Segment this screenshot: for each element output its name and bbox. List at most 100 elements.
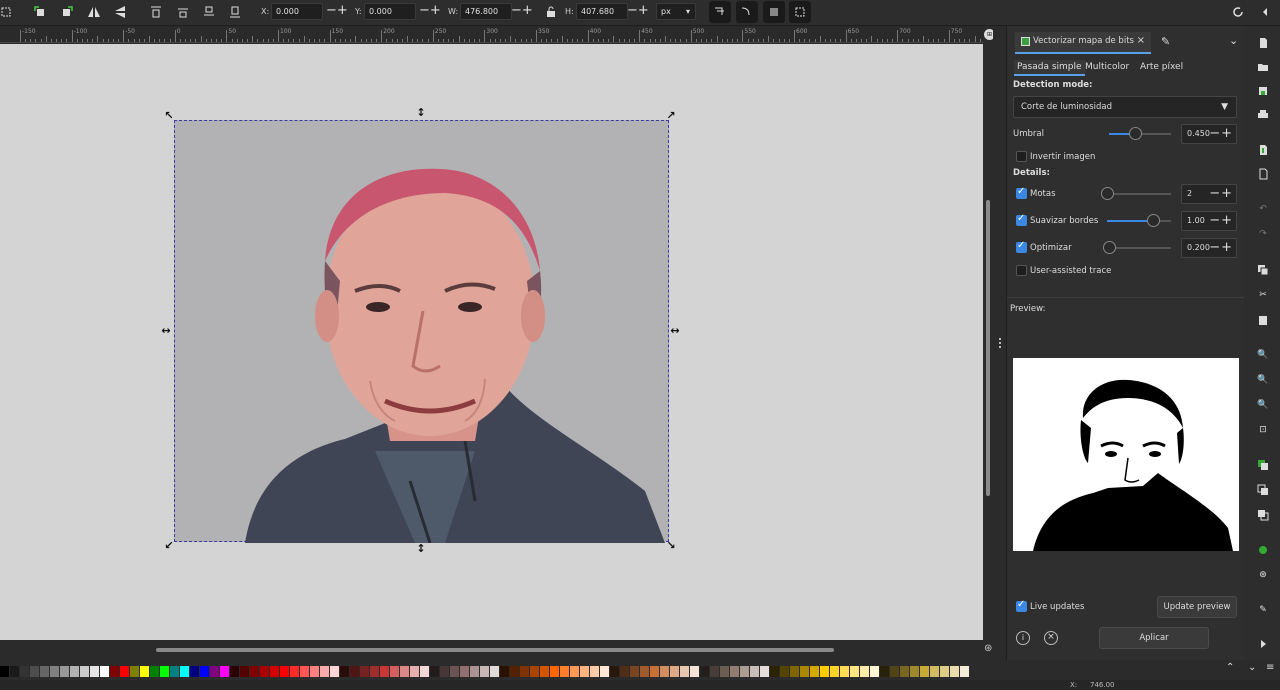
color-swatch[interactable]: [660, 666, 669, 677]
color-swatch[interactable]: [490, 666, 499, 677]
tab-multicolor[interactable]: Multicolor: [1082, 60, 1132, 74]
color-swatch[interactable]: [390, 666, 399, 677]
color-swatch[interactable]: [720, 666, 729, 677]
color-swatch[interactable]: [260, 666, 269, 677]
undo-icon[interactable]: ↶: [1257, 203, 1269, 215]
color-swatch[interactable]: [570, 666, 579, 677]
color-swatch[interactable]: [580, 666, 589, 677]
color-swatch[interactable]: [140, 666, 149, 677]
optimize-slider[interactable]: [1107, 247, 1171, 249]
color-swatch[interactable]: [460, 666, 469, 677]
color-swatch[interactable]: [130, 666, 139, 677]
optimize-stepper[interactable]: −+: [1209, 240, 1233, 255]
open-icon[interactable]: [1257, 61, 1269, 73]
color-swatch[interactable]: [500, 666, 509, 677]
new-document-icon[interactable]: [1257, 37, 1269, 49]
unit-select[interactable]: px ▾: [656, 3, 696, 20]
live-updates-checkbox[interactable]: [1016, 599, 1027, 612]
color-swatch[interactable]: [480, 666, 489, 677]
zoom-drawing-icon[interactable]: 🔍: [1257, 374, 1269, 386]
color-swatch[interactable]: [330, 666, 339, 677]
smooth-corners-stepper[interactable]: −+: [1209, 213, 1233, 228]
color-swatch[interactable]: [640, 666, 649, 677]
color-swatch[interactable]: [850, 666, 859, 677]
redo-icon[interactable]: ↷: [1257, 228, 1269, 240]
color-swatch[interactable]: [700, 666, 709, 677]
color-swatch[interactable]: [630, 666, 639, 677]
color-swatch[interactable]: [750, 666, 759, 677]
width-stepper[interactable]: −+: [511, 4, 533, 19]
lower-to-bottom-icon[interactable]: [228, 5, 242, 19]
color-swatch[interactable]: [40, 666, 49, 677]
color-swatch[interactable]: [860, 666, 869, 677]
color-swatch[interactable]: [790, 666, 799, 677]
clone-icon[interactable]: [1257, 484, 1269, 496]
apply-button[interactable]: Aplicar: [1099, 627, 1209, 649]
color-swatch[interactable]: [900, 666, 909, 677]
flip-vertical-icon[interactable]: [113, 5, 127, 19]
color-swatch[interactable]: [830, 666, 839, 677]
color-swatch[interactable]: [740, 666, 749, 677]
color-swatch[interactable]: [550, 666, 559, 677]
resize-handle-n[interactable]: ↕: [416, 106, 426, 119]
scale-stroke-button[interactable]: [709, 1, 731, 23]
drag-grip-icon[interactable]: [999, 338, 1001, 348]
rotate-cw-icon[interactable]: [60, 5, 74, 19]
user-assisted-checkbox[interactable]: [1016, 265, 1027, 276]
color-swatch[interactable]: [620, 666, 629, 677]
color-swatch[interactable]: [510, 666, 519, 677]
x-field[interactable]: 0.000: [271, 3, 323, 20]
update-preview-button[interactable]: Update preview: [1157, 596, 1237, 618]
import-icon[interactable]: [1257, 144, 1269, 156]
color-swatch[interactable]: [30, 666, 39, 677]
invert-image-checkbox[interactable]: [1016, 151, 1027, 162]
speckles-field[interactable]: 2 −+: [1181, 184, 1237, 204]
color-swatch[interactable]: [380, 666, 389, 677]
fill-stroke-tab-icon[interactable]: ✎: [1161, 35, 1175, 49]
smooth-corners-slider-knob[interactable]: [1147, 214, 1160, 227]
color-swatch[interactable]: [960, 666, 969, 677]
resize-handle-e[interactable]: ↔: [670, 324, 680, 337]
cut-icon[interactable]: ✂: [1257, 289, 1269, 301]
export-icon[interactable]: [1257, 168, 1269, 180]
raise-to-top-icon[interactable]: [149, 5, 163, 19]
palette-menu-icon[interactable]: ≡: [1266, 662, 1274, 673]
color-swatch[interactable]: [220, 666, 229, 677]
horizontal-scrollbar[interactable]: [0, 641, 983, 661]
resize-handle-se[interactable]: ↘: [666, 539, 676, 552]
expand-arrow-icon[interactable]: [1257, 638, 1269, 650]
color-swatch[interactable]: [890, 666, 899, 677]
paste-icon[interactable]: [1257, 314, 1269, 326]
height-field[interactable]: 407.680: [576, 3, 628, 20]
speckles-slider-knob[interactable]: [1101, 187, 1114, 200]
height-stepper[interactable]: −+: [627, 4, 649, 19]
color-swatch[interactable]: [430, 666, 439, 677]
smooth-corners-checkbox[interactable]: [1016, 213, 1027, 226]
color-swatch[interactable]: [610, 666, 619, 677]
color-swatch[interactable]: [230, 666, 239, 677]
zoom-selection-icon[interactable]: 🔍: [1257, 349, 1269, 361]
color-swatch[interactable]: [410, 666, 419, 677]
close-icon[interactable]: ×: [1137, 35, 1145, 46]
color-swatch[interactable]: [50, 666, 59, 677]
color-swatch[interactable]: [800, 666, 809, 677]
color-swatch[interactable]: [470, 666, 479, 677]
color-swatch[interactable]: [400, 666, 409, 677]
color-swatch[interactable]: [760, 666, 769, 677]
color-swatch[interactable]: [110, 666, 119, 677]
rotate-ccw-icon[interactable]: [33, 5, 47, 19]
color-swatch[interactable]: [820, 666, 829, 677]
tab-single-scan[interactable]: Pasada simple: [1014, 60, 1085, 76]
color-swatch[interactable]: [940, 666, 949, 677]
color-swatch[interactable]: [870, 666, 879, 677]
color-swatch[interactable]: [440, 666, 449, 677]
color-swatch[interactable]: [780, 666, 789, 677]
color-swatch[interactable]: [180, 666, 189, 677]
scale-corners-button[interactable]: [736, 1, 758, 23]
optimize-slider-knob[interactable]: [1103, 241, 1116, 254]
color-swatch[interactable]: [280, 666, 289, 677]
color-swatch[interactable]: [920, 666, 929, 677]
ungroup-icon[interactable]: ⊛: [1257, 569, 1269, 581]
color-swatch[interactable]: [770, 666, 779, 677]
info-icon[interactable]: i: [1016, 631, 1030, 645]
